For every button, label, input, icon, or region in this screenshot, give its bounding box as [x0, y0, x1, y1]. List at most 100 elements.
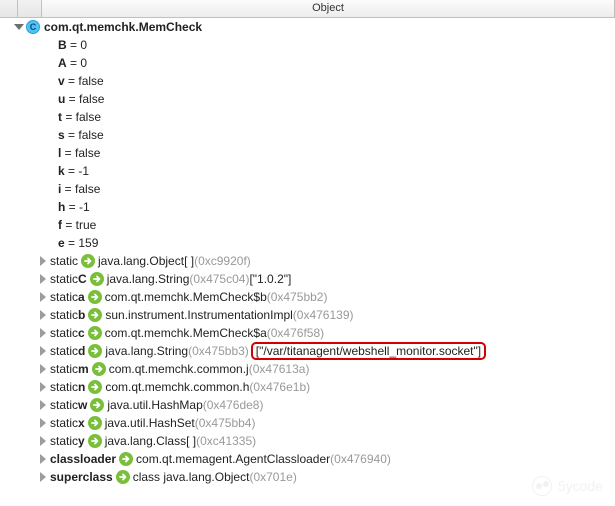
reference-icon [116, 470, 130, 484]
static-prefix: static [50, 432, 78, 450]
static-name: w [78, 396, 87, 414]
field-name: h [58, 198, 65, 216]
object-tree[interactable]: Ccom.qt.memchk.MemCheckB = 0A = 0v = fal… [0, 18, 615, 486]
expand-arrow-icon[interactable] [38, 274, 48, 284]
tree-row-field[interactable]: f = true [0, 216, 615, 234]
static-type: java.util.HashMap [107, 396, 202, 414]
tree-row-static[interactable]: static java.lang.Object[ ] (0xc9920f) [0, 252, 615, 270]
field-value: = true [62, 216, 96, 234]
expand-arrow-icon[interactable] [38, 418, 48, 428]
static-name: x [78, 414, 85, 432]
expand-arrow-icon[interactable] [38, 382, 48, 392]
static-name: y [78, 432, 85, 450]
static-prefix: static [50, 396, 78, 414]
static-prefix: static [50, 252, 78, 270]
static-type: java.util.HashSet [105, 414, 195, 432]
static-prefix: static [50, 288, 78, 306]
reference-icon [88, 308, 102, 322]
tree-row-field[interactable]: s = false [0, 126, 615, 144]
header-gutter-2 [18, 0, 42, 17]
header-gutter [0, 0, 18, 17]
static-addr: (0x476de8) [203, 396, 264, 414]
tree-row-static[interactable]: static yjava.lang.Class[ ] (0xc41335) [0, 432, 615, 450]
static-prefix: static [50, 414, 78, 432]
reference-icon [92, 362, 106, 376]
static-addr: (0x475bb3) [188, 342, 249, 360]
expand-arrow-icon[interactable] [38, 346, 48, 356]
field-name: u [58, 90, 65, 108]
field-value: = false [61, 144, 100, 162]
tree-row-static[interactable]: static acom.qt.memchk.MemCheck$b (0x475b… [0, 288, 615, 306]
class-icon: C [26, 20, 40, 34]
reference-icon [88, 416, 102, 430]
static-type: com.qt.memagent.AgentClassloader [136, 450, 330, 468]
tree-row-static[interactable]: static ccom.qt.memchk.MemCheck$a (0x476f… [0, 324, 615, 342]
static-type: java.lang.Object[ ] [98, 252, 194, 270]
tree-row-static[interactable]: superclass class java.lang.Object (0x701e… [0, 468, 615, 486]
field-value: = false [65, 126, 104, 144]
field-value: = 0 [67, 36, 87, 54]
tree-row-field[interactable]: u = false [0, 90, 615, 108]
reference-icon [88, 326, 102, 340]
field-value: = 159 [65, 234, 99, 252]
expand-arrow-icon[interactable] [38, 454, 48, 464]
reference-icon [90, 398, 104, 412]
tree-row-static[interactable]: static x java.util.HashSet (0x475bb4) [0, 414, 615, 432]
static-addr: (0x701e) [249, 468, 296, 486]
static-type: sun.instrument.InstrumentationImpl [105, 306, 292, 324]
tree-row-field[interactable]: l = false [0, 144, 615, 162]
tree-row-field[interactable]: t = false [0, 108, 615, 126]
static-addr: (0x476940) [330, 450, 391, 468]
field-name: B [58, 36, 67, 54]
expand-arrow-icon[interactable] [38, 328, 48, 338]
root-class-name: com.qt.memchk.MemCheck [44, 18, 202, 36]
reference-icon [90, 272, 104, 286]
tree-row-static[interactable]: static mcom.qt.memchk.common.j (0x47613a… [0, 360, 615, 378]
expand-arrow-icon[interactable] [38, 292, 48, 302]
static-type: com.qt.memchk.common.h [105, 378, 249, 396]
static-name: n [78, 378, 85, 396]
static-type: java.lang.Class[ ] [105, 432, 196, 450]
static-name: C [78, 270, 87, 288]
field-value: = false [61, 180, 100, 198]
static-name: b [78, 306, 85, 324]
expand-arrow-icon[interactable] [38, 364, 48, 374]
expand-arrow-icon[interactable] [38, 400, 48, 410]
tree-row-static[interactable]: static djava.lang.String (0x475bb3) ["/v… [0, 342, 615, 360]
tree-row-static[interactable]: static w java.util.HashMap (0x476de8) [0, 396, 615, 414]
expand-arrow-icon[interactable] [38, 472, 48, 482]
expand-arrow-icon[interactable] [38, 310, 48, 320]
tree-row-field[interactable]: B = 0 [0, 36, 615, 54]
column-header-object[interactable]: Object [42, 0, 615, 17]
static-name: c [78, 324, 85, 342]
static-addr: (0x476f58) [267, 324, 324, 342]
expand-arrow-icon[interactable] [38, 256, 48, 266]
static-type: class java.lang.Object [133, 468, 250, 486]
expand-arrow-icon[interactable] [14, 22, 24, 32]
expand-arrow-icon[interactable] [38, 436, 48, 446]
static-name: superclass [50, 468, 113, 486]
watermark: 5ycode [532, 476, 603, 496]
static-addr: (0x475c04) [189, 270, 249, 288]
static-prefix: static [50, 306, 78, 324]
field-value: = -1 [65, 198, 89, 216]
field-name: k [58, 162, 65, 180]
tree-row-field[interactable]: v = false [0, 72, 615, 90]
static-name: classloader [50, 450, 116, 468]
tree-row-root[interactable]: Ccom.qt.memchk.MemCheck [0, 18, 615, 36]
static-addr: (0x475bb4) [195, 414, 256, 432]
tree-row-static[interactable]: static ncom.qt.memchk.common.h (0x476e1b… [0, 378, 615, 396]
watermark-text: 5ycode [558, 478, 603, 494]
tree-row-static[interactable]: classloader com.qt.memagent.AgentClassloa… [0, 450, 615, 468]
tree-row-field[interactable]: i = false [0, 180, 615, 198]
static-type: java.lang.String [107, 270, 190, 288]
tree-row-field[interactable]: A = 0 [0, 54, 615, 72]
tree-row-static[interactable]: static b sun.instrument.InstrumentationIm… [0, 306, 615, 324]
tree-row-static[interactable]: static Cjava.lang.String (0x475c04) ["1.… [0, 270, 615, 288]
field-value: = 0 [67, 54, 87, 72]
field-name: e [58, 234, 65, 252]
static-type: com.qt.memchk.MemCheck$b [105, 288, 267, 306]
tree-row-field[interactable]: h = -1 [0, 198, 615, 216]
tree-row-field[interactable]: e = 159 [0, 234, 615, 252]
tree-row-field[interactable]: k = -1 [0, 162, 615, 180]
